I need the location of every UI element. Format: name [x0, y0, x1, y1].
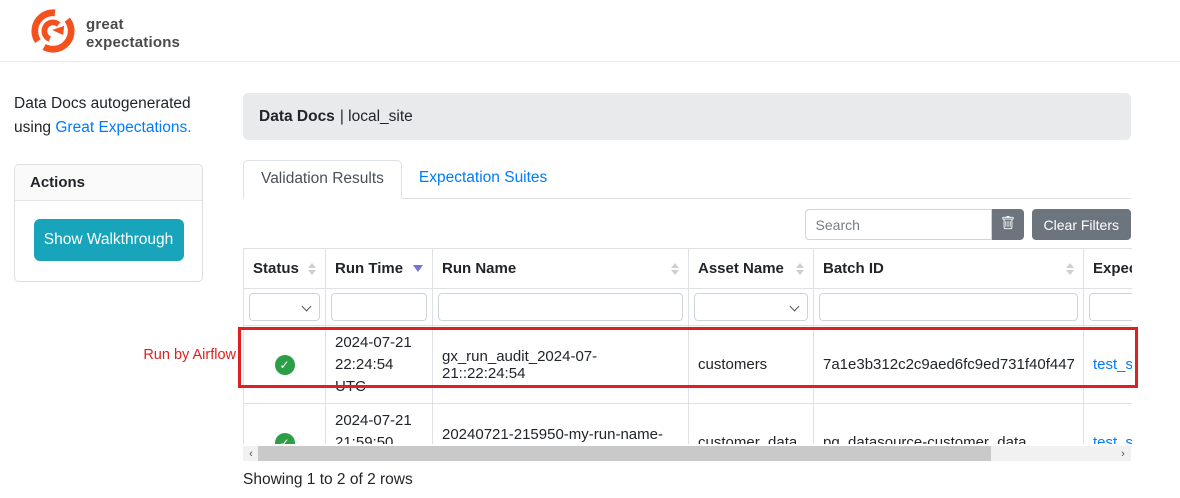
- breadcrumb-title: Data Docs: [259, 108, 335, 126]
- column-header-status[interactable]: Status: [244, 249, 326, 289]
- run-time-cell: 2024-07-2122:24:54 UTC: [326, 326, 433, 404]
- breadcrumb-site: | local_site: [340, 108, 413, 126]
- column-header-asset-name[interactable]: Asset Name: [689, 249, 814, 289]
- batch-id-cell: pg_datasource-customer_data: [814, 404, 1084, 444]
- column-header-expectation-suite[interactable]: Expec: [1084, 249, 1133, 289]
- table-filter-row: [244, 289, 1133, 326]
- actions-card: Actions Show Walkthrough: [14, 164, 203, 282]
- scroll-right-icon[interactable]: ›: [1115, 446, 1131, 461]
- scrollbar-thumb[interactable]: [258, 446, 991, 461]
- sort-icon[interactable]: [671, 263, 679, 275]
- asset-name-filter-select[interactable]: [694, 293, 808, 321]
- expectation-suite-cell: test_su: [1084, 404, 1133, 444]
- actions-card-title: Actions: [15, 165, 202, 201]
- search-input[interactable]: [805, 209, 992, 240]
- tab-expectation-suites[interactable]: Expectation Suites: [402, 160, 564, 198]
- intro-text: Data Docs autogenerated using Great Expe…: [14, 92, 219, 140]
- scroll-left-icon[interactable]: ‹: [243, 446, 259, 461]
- sort-icon[interactable]: [308, 263, 316, 275]
- expectation-suite-link[interactable]: test_su: [1093, 434, 1132, 444]
- results-table-container: Status Run Time Run Name Asset Name Batc…: [243, 248, 1132, 444]
- trash-icon: [1001, 216, 1015, 233]
- batch-id-cell: 7a1e3b312c2c9aed6fc9ed731f40f447: [814, 326, 1084, 404]
- asset-name-cell: customers: [689, 326, 814, 404]
- sort-icon[interactable]: [1066, 263, 1074, 275]
- run-time-cell: 2024-07-2121:59:50 UTC: [326, 404, 433, 444]
- page: great expectations Data Docs autogenerat…: [0, 0, 1180, 498]
- show-walkthrough-button[interactable]: Show Walkthrough: [34, 219, 184, 261]
- check-circle-icon: ✓: [275, 355, 295, 375]
- chevron-down-icon: [302, 302, 312, 312]
- expectation-suite-cell: test_su: [1084, 326, 1133, 404]
- validation-results-table: Status Run Time Run Name Asset Name Batc…: [243, 248, 1132, 444]
- expectation-suite-link[interactable]: test_su: [1093, 356, 1132, 373]
- rows-count-footer: Showing 1 to 2 of 2 rows: [243, 471, 413, 489]
- table-header-row: Status Run Time Run Name Asset Name Batc…: [244, 249, 1133, 289]
- asset-name-cell: customer_data: [689, 404, 814, 444]
- horizontal-scrollbar[interactable]: ‹ ›: [243, 446, 1131, 461]
- tab-bar: Validation Results Expectation Suites: [243, 160, 1131, 199]
- table-toolbar: Clear Filters: [243, 209, 1131, 240]
- status-cell: ✓: [244, 404, 326, 444]
- check-circle-icon: ✓: [275, 433, 295, 444]
- run-time-filter-input[interactable]: [331, 293, 427, 321]
- app-header: great expectations: [0, 0, 1180, 62]
- status-filter-select[interactable]: [249, 293, 320, 321]
- run-name-filter-input[interactable]: [438, 293, 683, 321]
- great-expectations-link[interactable]: Great Expectations.: [55, 119, 191, 136]
- table-row[interactable]: ✓ 2024-07-2122:24:54 UTC gx_run_audit_20…: [244, 326, 1133, 404]
- breadcrumb: Data Docs | local_site: [243, 93, 1131, 140]
- logo[interactable]: great expectations: [30, 8, 180, 59]
- table-row[interactable]: ✓ 2024-07-2121:59:50 UTC 20240721-215950…: [244, 404, 1133, 444]
- clear-search-button[interactable]: [992, 209, 1024, 240]
- column-header-run-name[interactable]: Run Name: [433, 249, 689, 289]
- run-by-airflow-annotation: Run by Airflow: [40, 347, 236, 363]
- sort-icon[interactable]: [796, 263, 804, 275]
- sort-desc-icon[interactable]: [413, 265, 423, 272]
- clear-filters-button[interactable]: Clear Filters: [1032, 209, 1131, 240]
- great-expectations-logo-icon: [30, 8, 76, 59]
- actions-card-body: Show Walkthrough: [15, 201, 202, 281]
- tab-validation-results[interactable]: Validation Results: [243, 160, 402, 199]
- run-name-cell: gx_run_audit_2024-07-21::22:24:54: [433, 326, 689, 404]
- column-header-run-time[interactable]: Run Time: [326, 249, 433, 289]
- batch-id-filter-input[interactable]: [819, 293, 1078, 321]
- chevron-down-icon: [790, 302, 800, 312]
- search-group: [805, 209, 1024, 240]
- run-name-cell: 20240721-215950-my-run-name-template: [433, 404, 689, 444]
- expectation-suite-filter-input[interactable]: [1089, 293, 1132, 321]
- column-header-batch-id[interactable]: Batch ID: [814, 249, 1084, 289]
- status-cell: ✓: [244, 326, 326, 404]
- logo-wordmark: great expectations: [86, 16, 180, 52]
